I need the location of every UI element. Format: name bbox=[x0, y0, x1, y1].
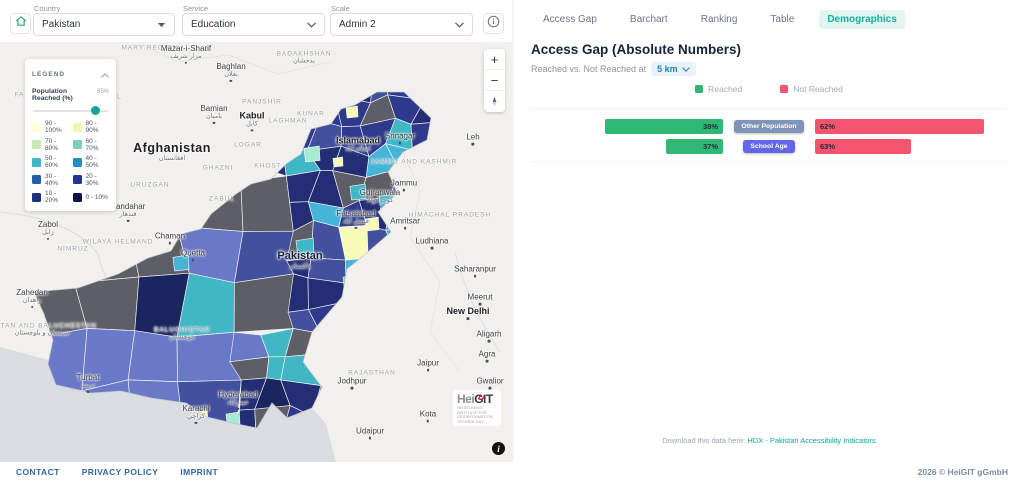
logo-text-hei: Hei bbox=[457, 392, 474, 406]
tab-access-gap[interactable]: Access Gap bbox=[535, 10, 605, 29]
bar-chart: 38% Other Population 62% 37% School Age 63% bbox=[605, 119, 995, 154]
home-icon bbox=[14, 14, 28, 33]
panel-tabs: Access Gap Barchart Ranking Table Demographi… bbox=[535, 10, 905, 29]
compass-button[interactable] bbox=[484, 91, 505, 112]
copyright: 2026 © HeiGIT gGmbH bbox=[918, 467, 1008, 477]
logo-accent-marks bbox=[477, 390, 486, 402]
tab-demographics[interactable]: Demographics bbox=[819, 10, 904, 29]
legend-title: LEGEND bbox=[32, 71, 65, 78]
legend-class: 70 - 80% bbox=[32, 138, 69, 152]
service-value: Education bbox=[191, 19, 235, 30]
footer-link-imprint[interactable]: IMPRINT bbox=[180, 467, 218, 477]
download-text: Download this data here: bbox=[662, 436, 745, 445]
opacity-slider[interactable] bbox=[33, 106, 108, 115]
chart-legend: Reached Not Reached bbox=[513, 84, 1024, 94]
legend-class: 90 - 100% bbox=[32, 120, 69, 134]
home-button[interactable] bbox=[10, 13, 31, 34]
legend-class: 0 - 10% bbox=[73, 190, 110, 204]
legend-class: 50 - 60% bbox=[32, 155, 69, 169]
logo-subtext: HEIDELBERG INSTITUTE FOR GEOINFORMATION … bbox=[457, 406, 497, 424]
tab-ranking[interactable]: Ranking bbox=[693, 10, 746, 29]
heigit-logo: HeiGIT HEIDELBERG INSTITUTE FOR GEOINFOR… bbox=[453, 390, 501, 426]
analysis-panel: Access Gap Barchart Ranking Table Demographi… bbox=[512, 0, 1024, 462]
legend-layer-name: Population Reached (%) bbox=[32, 88, 97, 102]
chart-subtitle-text: Reached vs. Not Reached at bbox=[531, 64, 646, 74]
legend-class: 20 - 30% bbox=[73, 173, 110, 187]
attribution-button[interactable]: i bbox=[492, 442, 505, 455]
chevron-down-icon bbox=[682, 67, 690, 72]
not-reached-bar: 62% bbox=[815, 119, 984, 134]
chevron-down-icon bbox=[307, 22, 316, 28]
service-label: Service bbox=[183, 4, 208, 13]
caret-down-icon bbox=[157, 22, 166, 28]
footer-link-privacy-policy[interactable]: PRIVACY POLICY bbox=[82, 467, 159, 477]
chevron-down-icon bbox=[455, 22, 464, 28]
reached-bar: 37% bbox=[666, 139, 723, 154]
legend-class: 40 - 50% bbox=[73, 155, 110, 169]
map-legend: LEGEND Population Reached (%) 85% 90 - 1… bbox=[25, 59, 116, 211]
divider bbox=[531, 161, 1007, 162]
info-icon bbox=[486, 14, 501, 34]
opacity-slider-knob[interactable] bbox=[91, 106, 100, 115]
footer: CONTACT PRIVACY POLICY IMPRINT 2026 © HeiG… bbox=[0, 462, 1024, 482]
tab-barchart[interactable]: Barchart bbox=[622, 10, 676, 29]
legend-class: 30 - 40% bbox=[32, 173, 69, 187]
legend-class: 10 - 20% bbox=[32, 190, 69, 204]
legend-class: 60 - 70% bbox=[73, 138, 110, 152]
map-zoom-controls: + − bbox=[484, 49, 505, 112]
map-toolbar: Country Pakistan Service Education Scale… bbox=[0, 0, 512, 42]
footer-link-contact[interactable]: CONTACT bbox=[16, 467, 60, 477]
map-canvas[interactable]: MARY REGIONBADAKHSHANبدخشانMazar-i-Shari… bbox=[0, 42, 512, 462]
legend-entry-reached: Reached bbox=[695, 84, 742, 94]
distance-value: 5 km bbox=[657, 64, 678, 74]
distance-select[interactable]: 5 km bbox=[651, 62, 696, 76]
service-select[interactable]: Education bbox=[182, 13, 325, 36]
country-value: Pakistan bbox=[42, 19, 80, 30]
tab-table[interactable]: Table bbox=[762, 10, 802, 29]
scale-value: Admin 2 bbox=[339, 19, 376, 30]
category-pill: Other Population bbox=[734, 120, 803, 133]
chevron-up-icon[interactable] bbox=[101, 65, 109, 83]
category-pill: School Age bbox=[743, 140, 794, 153]
chart-subtitle: Reached vs. Not Reached at 5 km bbox=[531, 62, 696, 76]
info-button[interactable] bbox=[483, 13, 504, 34]
app: Country Pakistan Service Education Scale… bbox=[0, 0, 1024, 482]
footer-links: CONTACT PRIVACY POLICY IMPRINT bbox=[16, 467, 218, 477]
zoom-out-button[interactable]: − bbox=[484, 70, 505, 91]
scale-label: Scale bbox=[331, 4, 350, 13]
divider bbox=[531, 108, 1007, 109]
country-select[interactable]: Pakistan bbox=[33, 13, 175, 36]
not-reached-bar: 63% bbox=[815, 139, 911, 154]
legend-class: 80 - 90% bbox=[73, 120, 110, 134]
chart-title: Access Gap (Absolute Numbers) bbox=[531, 42, 741, 57]
reached-bar: 38% bbox=[605, 119, 723, 134]
legend-opacity-value: 85% bbox=[97, 89, 109, 95]
legend-entry-not-reached: Not Reached bbox=[780, 84, 843, 94]
scale-select[interactable]: Admin 2 bbox=[330, 13, 473, 36]
country-label: Country bbox=[34, 4, 60, 13]
zoom-in-button[interactable]: + bbox=[484, 49, 505, 70]
download-note: Download this data here: HDX - Pakistan … bbox=[513, 436, 1024, 445]
download-link[interactable]: HDX - Pakistan Accessibility Indicators bbox=[747, 436, 875, 445]
